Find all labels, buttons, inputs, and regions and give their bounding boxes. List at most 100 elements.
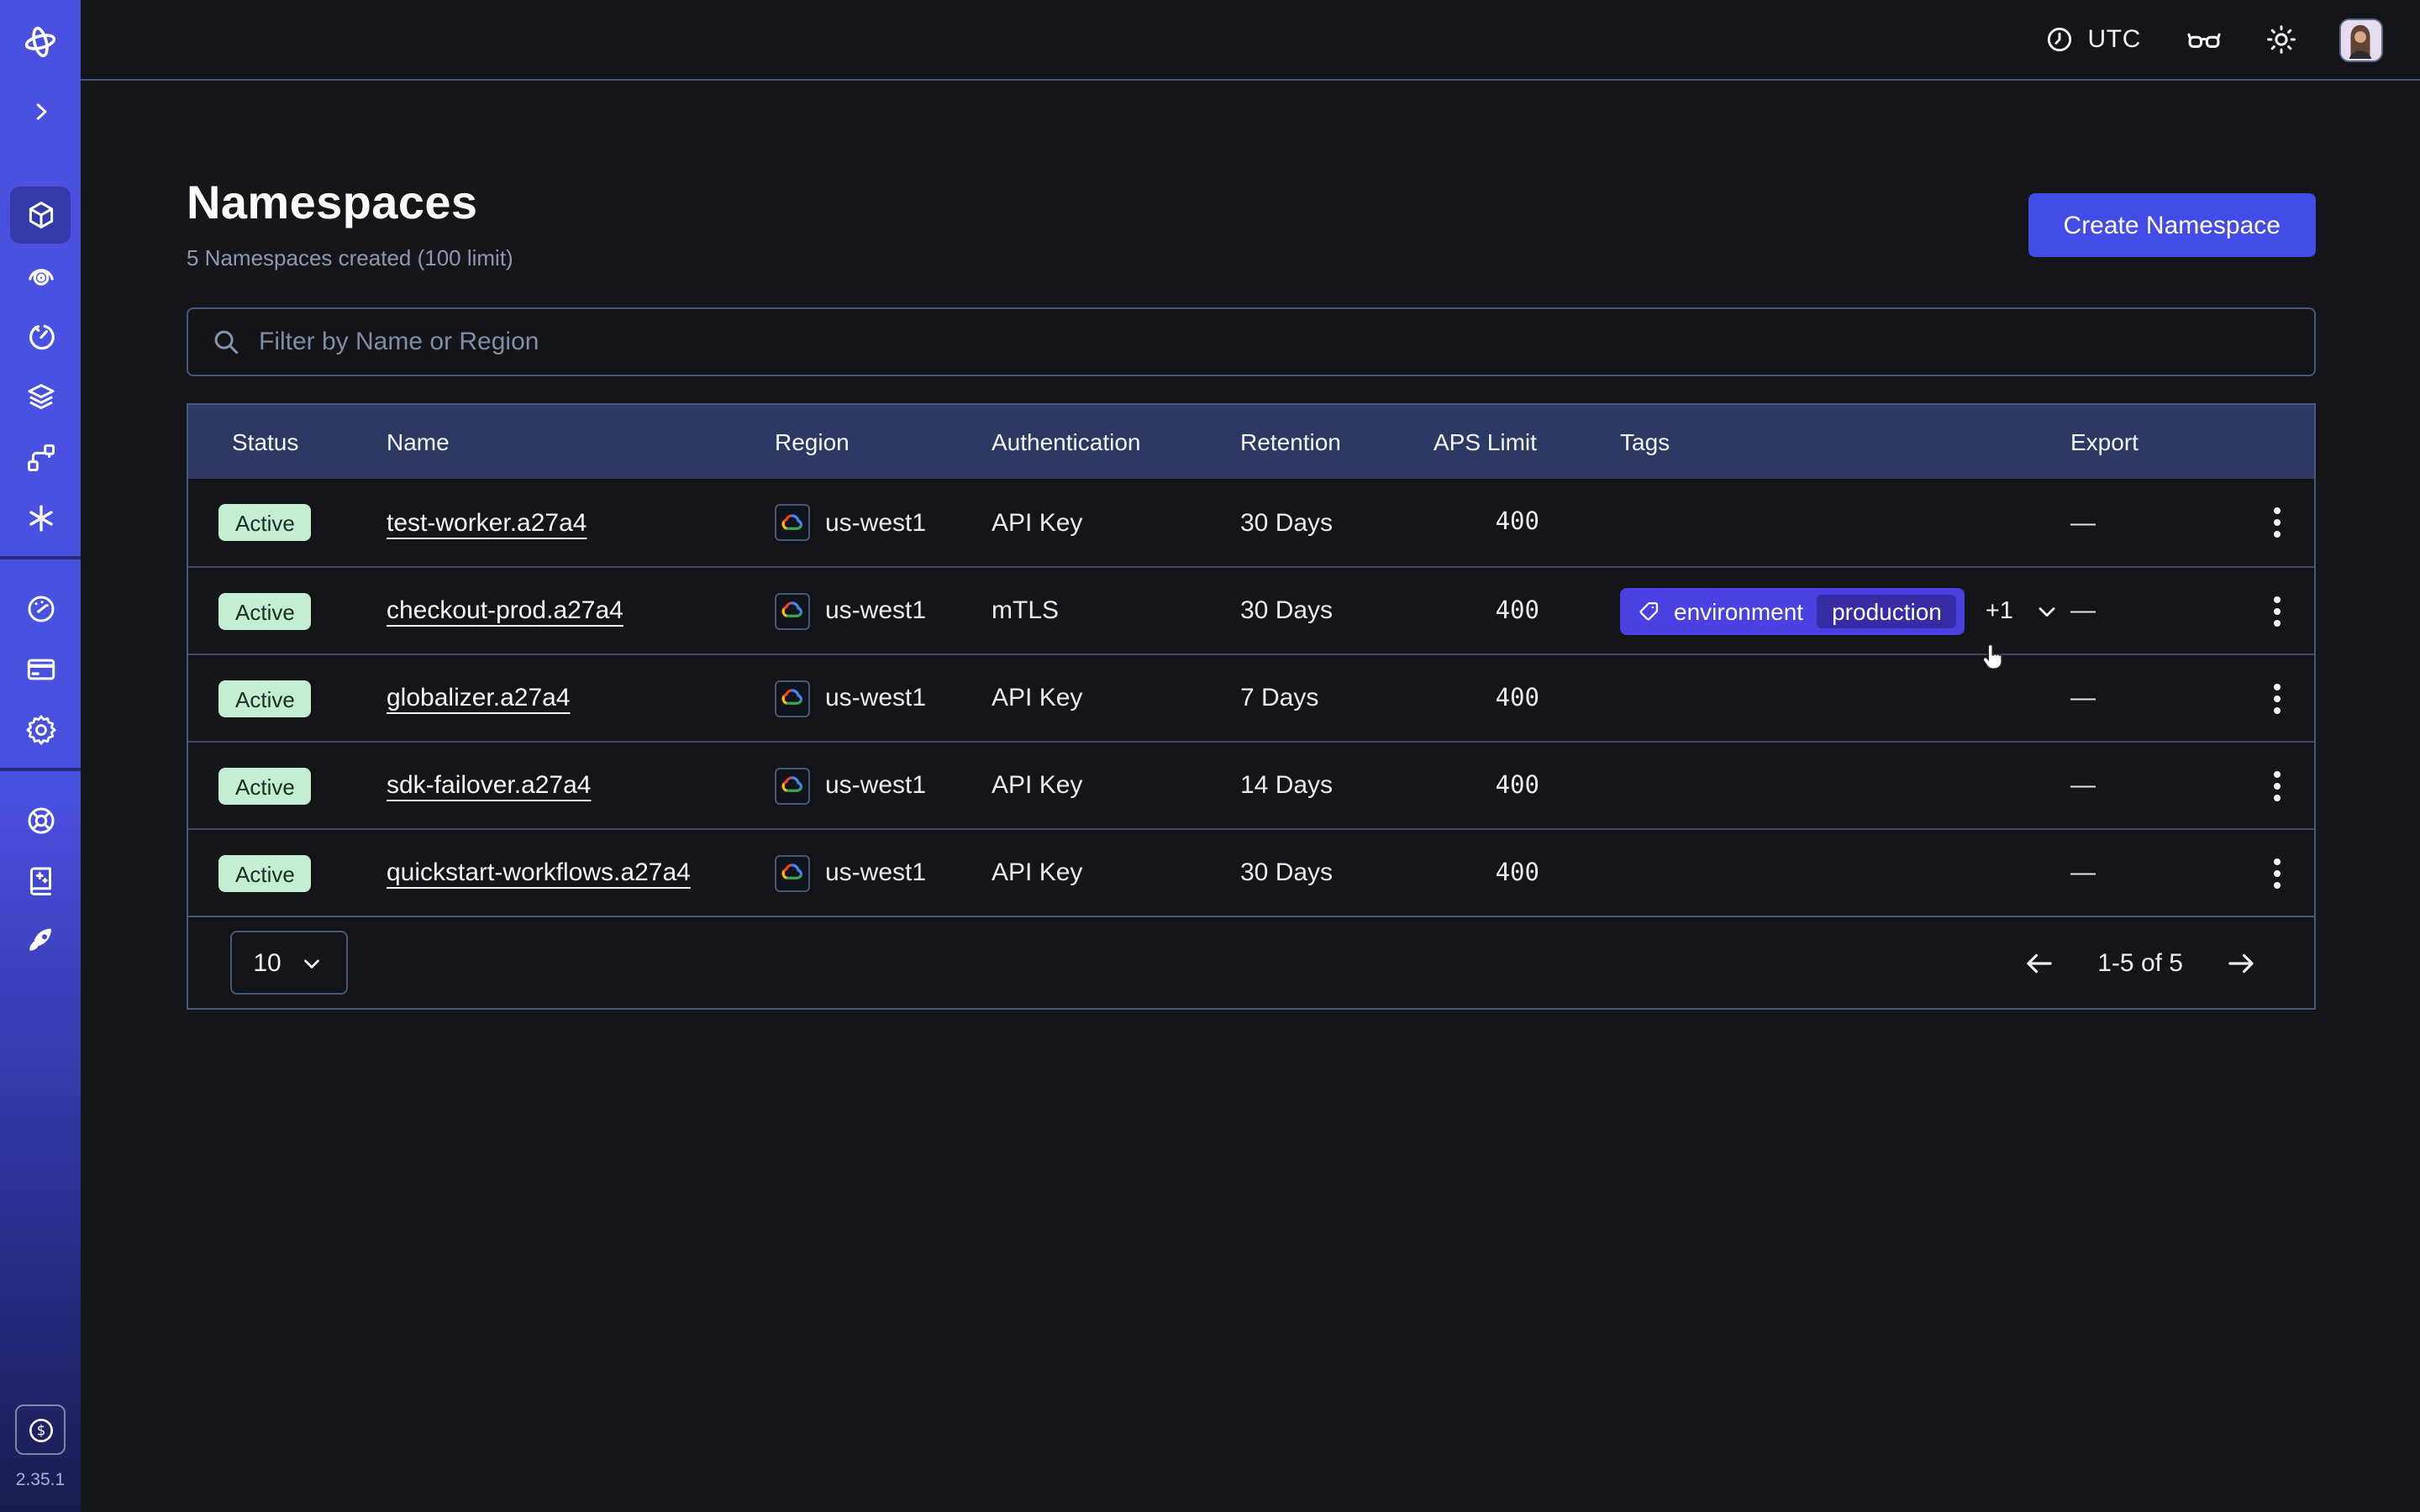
row-menu-button[interactable] — [2263, 676, 2290, 720]
sidebar-item-support[interactable] — [0, 790, 81, 850]
table-row[interactable]: Active checkout-prod.a27a4 us-west1 mTLS… — [188, 566, 2314, 654]
export-value: — — [2070, 684, 2096, 712]
namespace-link[interactable]: quickstart-workflows.a27a4 — [387, 858, 691, 887]
table-row[interactable]: Active sdk-failover.a27a4 us-west1 API K… — [188, 741, 2314, 828]
retention-cell: 14 Days — [1240, 771, 1434, 800]
app-root: $ 2.35.1 UTC — [0, 0, 2420, 1512]
table-header-row: Status Name Region Authentication Retent… — [188, 405, 2314, 479]
authentication-cell: API Key — [992, 771, 1240, 800]
aps-limit-cell: 400 — [1434, 509, 1620, 536]
tag-badge[interactable]: environment production — [1620, 587, 1965, 634]
column-header-aps-limit[interactable]: APS Limit — [1434, 428, 1620, 455]
column-header-tags[interactable]: Tags — [1620, 428, 2070, 455]
retention-cell: 7 Days — [1240, 684, 1434, 712]
export-value: — — [2070, 596, 2096, 625]
retention-cell: 30 Days — [1240, 596, 1434, 625]
region-label: us-west1 — [825, 508, 926, 537]
sidebar-divider — [0, 556, 81, 559]
filter-search-box[interactable] — [187, 307, 2316, 376]
retention-cell: 30 Days — [1240, 508, 1434, 537]
sidebar-item-billing[interactable] — [0, 638, 81, 699]
sidebar-divider — [0, 768, 81, 771]
authentication-cell: mTLS — [992, 596, 1240, 625]
sidebar-item-docs[interactable] — [0, 850, 81, 911]
gcp-region-icon — [775, 854, 810, 891]
next-page-button[interactable] — [2223, 945, 2259, 980]
table-body: Active test-worker.a27a4 us-west1 API Ke… — [188, 479, 2314, 916]
layers-icon — [23, 379, 58, 414]
row-menu-button[interactable] — [2263, 501, 2290, 544]
user-avatar[interactable] — [2339, 18, 2383, 61]
sidebar-item-branch[interactable] — [0, 427, 81, 487]
chevron-down-icon — [300, 950, 325, 975]
pricing-button[interactable]: $ — [15, 1404, 66, 1455]
column-header-authentication[interactable]: Authentication — [992, 428, 1240, 455]
topbar: UTC — [81, 0, 2420, 81]
create-namespace-button[interactable]: Create Namespace — [2028, 193, 2316, 257]
feedback-glasses-button[interactable] — [2185, 20, 2223, 59]
filter-input[interactable] — [259, 328, 2292, 356]
google-cloud-icon — [780, 860, 805, 885]
theme-toggle-button[interactable] — [2264, 22, 2299, 57]
table-footer: 10 1-5 of 5 — [188, 916, 2314, 1008]
rocket-icon — [23, 923, 58, 958]
timezone-selector[interactable]: UTC — [2044, 24, 2141, 55]
sidebar-item-layers[interactable] — [0, 366, 81, 427]
search-icon — [210, 326, 242, 358]
namespace-link[interactable]: sdk-failover.a27a4 — [387, 771, 592, 800]
aps-limit-cell: 400 — [1434, 685, 1620, 711]
pagination-range: 1-5 of 5 — [2097, 948, 2183, 977]
status-badge: Active — [218, 592, 312, 629]
asterisk-icon — [23, 500, 58, 535]
spiral-icon — [23, 258, 58, 293]
table-row[interactable]: Active quickstart-workflows.a27a4 us-wes… — [188, 828, 2314, 916]
temporal-logo-icon[interactable] — [0, 17, 81, 67]
arrow-right-icon — [2223, 945, 2259, 980]
tag-icon — [1637, 599, 1660, 622]
aps-limit-cell: 400 — [1434, 772, 1620, 799]
namespace-link[interactable]: test-worker.a27a4 — [387, 508, 587, 537]
tags-cell: environment production +1 — [1620, 587, 2070, 634]
page-size-select[interactable]: 10 — [230, 931, 348, 995]
svg-text:$: $ — [36, 1422, 45, 1438]
sidebar-item-namespaces[interactable] — [0, 185, 81, 245]
sidebar-item-getting-started[interactable] — [0, 911, 81, 971]
column-header-retention[interactable]: Retention — [1240, 428, 1434, 455]
column-header-name[interactable]: Name — [387, 428, 775, 455]
google-cloud-icon — [780, 773, 805, 798]
aps-limit-cell: 400 — [1434, 859, 1620, 886]
sidebar-item-spiral[interactable] — [0, 245, 81, 306]
export-value: — — [2070, 858, 2096, 887]
row-menu-button[interactable] — [2263, 851, 2290, 895]
region-label: us-west1 — [825, 596, 926, 625]
gcp-region-icon — [775, 592, 810, 629]
previous-page-button[interactable] — [2022, 945, 2057, 980]
dollar-seal-icon: $ — [24, 1414, 56, 1446]
active-item-highlight — [10, 186, 71, 244]
version-label: 2.35.1 — [16, 1470, 65, 1490]
sun-icon — [2264, 22, 2299, 57]
sidebar-item-usage[interactable] — [0, 578, 81, 638]
tags-expand-chevron-icon[interactable] — [2033, 597, 2060, 624]
sidebar-item-nexus[interactable] — [0, 487, 81, 548]
table-row[interactable]: Active globalizer.a27a4 us-west1 API Key… — [188, 654, 2314, 741]
book-sparkle-icon — [23, 863, 58, 898]
aps-limit-cell: 400 — [1434, 597, 1620, 624]
page-size-value: 10 — [253, 948, 281, 977]
column-header-status[interactable]: Status — [188, 428, 387, 455]
row-menu-button[interactable] — [2263, 589, 2290, 633]
sidebar-item-settings[interactable] — [0, 699, 81, 759]
table-row[interactable]: Active test-worker.a27a4 us-west1 API Ke… — [188, 479, 2314, 566]
authentication-cell: API Key — [992, 858, 1240, 887]
tags-more-count[interactable]: +1 — [1986, 597, 2013, 624]
sidebar-item-timer[interactable] — [0, 306, 81, 366]
row-menu-button[interactable] — [2263, 764, 2290, 807]
namespace-link[interactable]: checkout-prod.a27a4 — [387, 596, 623, 625]
main-content: Namespaces 5 Namespaces created (100 lim… — [81, 81, 2420, 1512]
gcp-region-icon — [775, 504, 810, 541]
tag-key: environment — [1674, 597, 1803, 624]
column-header-region[interactable]: Region — [775, 428, 992, 455]
namespace-link[interactable]: globalizer.a27a4 — [387, 684, 571, 712]
sidebar-expand-chevron-icon[interactable] — [0, 91, 81, 131]
column-header-export[interactable]: Export — [2070, 428, 2238, 455]
